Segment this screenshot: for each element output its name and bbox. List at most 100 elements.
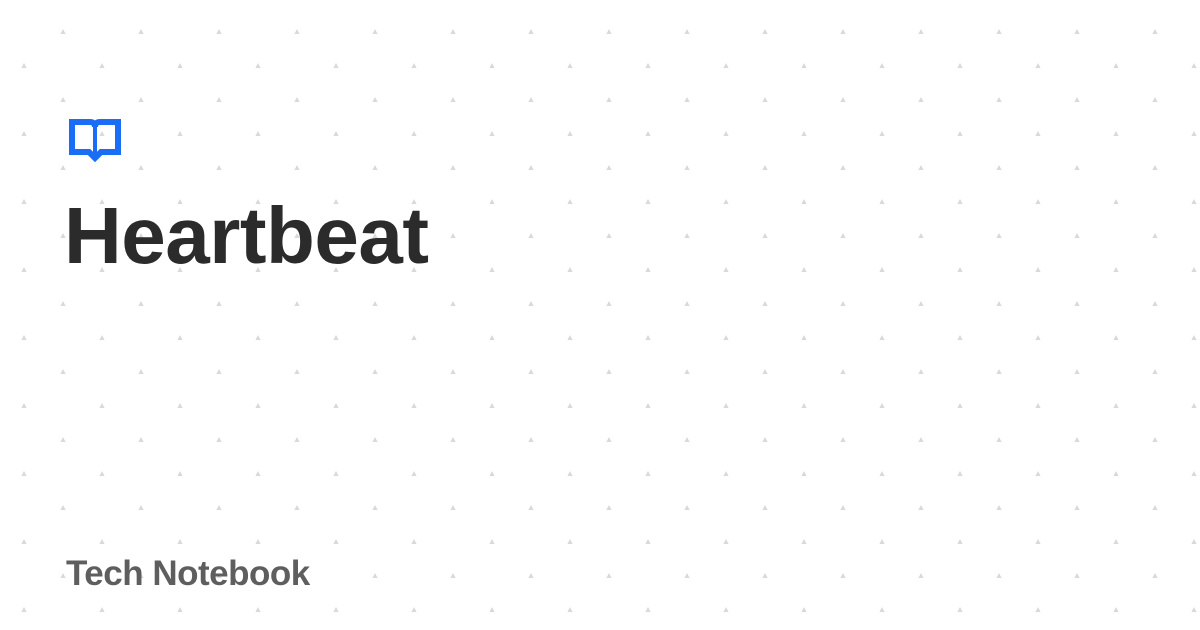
pattern-dot: [567, 335, 573, 340]
pattern-dot: [1152, 97, 1158, 102]
pattern-dot: [762, 573, 768, 578]
pattern-dot: [879, 539, 885, 544]
pattern-dot: [1152, 165, 1158, 170]
pattern-dot: [60, 29, 66, 34]
pattern-dot: [216, 165, 222, 170]
pattern-dot: [879, 131, 885, 136]
pattern-dot: [294, 505, 300, 510]
pattern-dot: [879, 403, 885, 408]
pattern-dot: [1191, 539, 1197, 544]
pattern-dot: [1191, 199, 1197, 204]
pattern-dot: [411, 607, 417, 612]
pattern-dot: [996, 573, 1002, 578]
pattern-dot: [1152, 29, 1158, 34]
pattern-dot: [216, 437, 222, 442]
pattern-dot: [1113, 199, 1119, 204]
pattern-dot: [450, 97, 456, 102]
pattern-dot: [294, 165, 300, 170]
pattern-dot: [645, 131, 651, 136]
pattern-dot: [957, 131, 963, 136]
pattern-dot: [528, 301, 534, 306]
pattern-dot: [21, 267, 27, 272]
pattern-dot: [1074, 165, 1080, 170]
pattern-dot: [567, 471, 573, 476]
pattern-dot: [528, 233, 534, 238]
pattern-dot: [450, 505, 456, 510]
pattern-dot: [372, 97, 378, 102]
page-title: Heartbeat: [64, 191, 429, 280]
pattern-dot: [372, 573, 378, 578]
pattern-dot: [1035, 403, 1041, 408]
pattern-dot: [801, 471, 807, 476]
pattern-dot: [567, 63, 573, 68]
pattern-dot: [60, 369, 66, 374]
pattern-dot: [840, 97, 846, 102]
pattern-dot: [567, 403, 573, 408]
pattern-dot: [801, 607, 807, 612]
pattern-dot: [840, 573, 846, 578]
pattern-dot: [1152, 233, 1158, 238]
pattern-dot: [60, 97, 66, 102]
pattern-dot: [255, 403, 261, 408]
pattern-dot: [1074, 369, 1080, 374]
pattern-dot: [762, 29, 768, 34]
pattern-dot: [333, 63, 339, 68]
pattern-dot: [177, 403, 183, 408]
pattern-dot: [1113, 607, 1119, 612]
pattern-dot: [957, 403, 963, 408]
pattern-dot: [762, 301, 768, 306]
pattern-dot: [528, 29, 534, 34]
pattern-dot: [528, 573, 534, 578]
pattern-dot: [489, 403, 495, 408]
pattern-dot: [255, 471, 261, 476]
pattern-dot: [723, 335, 729, 340]
pattern-dot: [489, 335, 495, 340]
open-book-icon: [69, 119, 121, 162]
pattern-dot: [138, 505, 144, 510]
pattern-dot: [1113, 335, 1119, 340]
pattern-dot: [21, 199, 27, 204]
pattern-dot: [138, 301, 144, 306]
pattern-dot: [1074, 29, 1080, 34]
pattern-dot: [177, 63, 183, 68]
pattern-dot: [684, 573, 690, 578]
pattern-dot: [450, 369, 456, 374]
pattern-dot: [840, 29, 846, 34]
pattern-dot: [801, 335, 807, 340]
pattern-dot: [879, 471, 885, 476]
pattern-dot: [255, 131, 261, 136]
pattern-dot: [645, 607, 651, 612]
pattern-dot: [1035, 471, 1041, 476]
pattern-dot: [372, 437, 378, 442]
pattern-dot: [138, 369, 144, 374]
pattern-dot: [21, 131, 27, 136]
pattern-dot: [489, 267, 495, 272]
pattern-dot: [21, 63, 27, 68]
pattern-dot: [957, 539, 963, 544]
pattern-dot: [996, 165, 1002, 170]
pattern-dot: [996, 301, 1002, 306]
pattern-dot: [489, 607, 495, 612]
pattern-dot: [606, 437, 612, 442]
pattern-dot: [528, 505, 534, 510]
pattern-dot: [60, 437, 66, 442]
pattern-dot: [996, 29, 1002, 34]
pattern-dot: [1191, 335, 1197, 340]
pattern-dot: [567, 131, 573, 136]
pattern-dot: [918, 505, 924, 510]
pattern-dot: [918, 97, 924, 102]
pattern-dot: [60, 301, 66, 306]
pattern-dot: [684, 301, 690, 306]
pattern-dot: [216, 97, 222, 102]
pattern-dot: [21, 607, 27, 612]
pattern-dot: [723, 539, 729, 544]
pattern-dot: [1152, 505, 1158, 510]
pattern-dot: [216, 369, 222, 374]
pattern-dot: [606, 165, 612, 170]
pattern-dot: [294, 97, 300, 102]
pattern-dot: [918, 29, 924, 34]
pattern-dot: [1035, 607, 1041, 612]
pattern-dot: [21, 335, 27, 340]
pattern-dot: [801, 403, 807, 408]
pattern-dot: [450, 165, 456, 170]
